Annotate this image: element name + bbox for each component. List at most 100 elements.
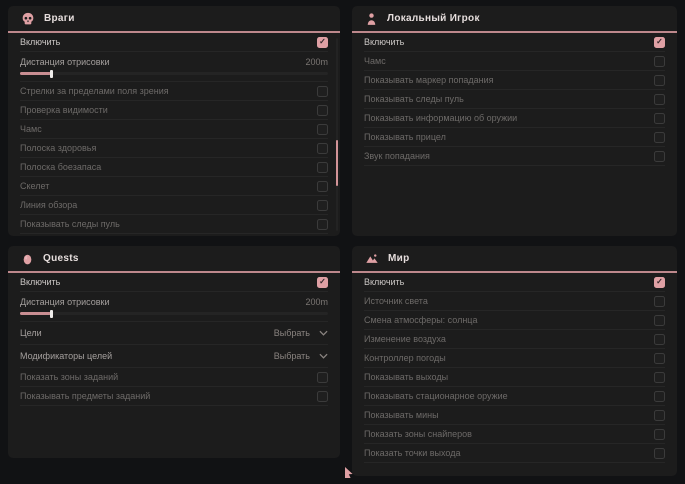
panel-header[interactable]: Враги — [8, 6, 340, 33]
scrollbar-thumb[interactable] — [336, 140, 338, 186]
row-checkbox[interactable]: Изменение воздуха — [364, 330, 665, 349]
row-checkbox[interactable]: Показывать мины — [364, 406, 665, 425]
row-checkbox[interactable]: Показывать следы пуль — [364, 90, 665, 109]
dropdown[interactable]: Выбрать — [274, 328, 328, 338]
slider[interactable] — [20, 312, 328, 315]
checkbox[interactable] — [654, 132, 665, 143]
checkbox[interactable] — [654, 75, 665, 86]
panel-title: Quests — [43, 253, 79, 264]
checkbox[interactable] — [317, 162, 328, 173]
slider-value: 200m — [305, 297, 328, 307]
checkbox[interactable] — [654, 429, 665, 440]
checkbox[interactable] — [654, 391, 665, 402]
checkbox[interactable] — [654, 151, 665, 162]
row-checkbox[interactable]: Источник света — [364, 292, 665, 311]
slider[interactable] — [20, 72, 328, 75]
panel-body: Включить ✓ Дистанция отрисовки200mЦелиВыбр… — [8, 273, 340, 406]
checkbox[interactable] — [654, 56, 665, 67]
row-checkbox[interactable]: Звук попадания — [364, 147, 665, 166]
row-checkbox[interactable]: Показать зоны заданий — [20, 368, 328, 387]
row-label: Чамс — [20, 124, 42, 134]
panel-header[interactable]: Quests — [8, 246, 340, 273]
slider-handle[interactable] — [50, 70, 53, 78]
row-checkbox[interactable]: Скелет — [20, 177, 328, 196]
row-checkbox[interactable]: Показать зоны снайперов — [364, 425, 665, 444]
skull-icon — [21, 12, 35, 26]
row-label: Смена атмосферы: солнца — [364, 315, 477, 325]
row-checkbox[interactable]: Полоска здоровья — [20, 139, 328, 158]
row-checkbox[interactable]: Показывать прицел — [364, 128, 665, 147]
mouse-cursor — [344, 466, 355, 479]
row-slider[interactable]: Дистанция отрисовки200m — [20, 52, 328, 82]
checkbox[interactable] — [317, 124, 328, 135]
row-checkbox[interactable]: Показывать маркер попадания — [364, 71, 665, 90]
checkbox[interactable] — [317, 181, 328, 192]
row-checkbox[interactable]: Полоска боезапаса — [20, 158, 328, 177]
row-checkbox[interactable]: Включить✓ — [364, 33, 665, 52]
row-checkbox[interactable]: Линия обзора — [20, 196, 328, 215]
row-slider[interactable]: Дистанция отрисовки200m — [20, 292, 328, 322]
row-label: Показывать маркер попадания — [364, 75, 494, 85]
checkbox[interactable] — [654, 315, 665, 326]
row-checkbox[interactable]: Показывать информацию об оружии — [364, 109, 665, 128]
slider-handle[interactable] — [50, 310, 53, 318]
row-checkbox[interactable]: Контроллер погоды — [364, 349, 665, 368]
dropdown-value: Выбрать — [274, 328, 310, 338]
row-checkbox[interactable]: Проверка видимости — [20, 101, 328, 120]
row-checkbox[interactable]: Смена атмосферы: солнца — [364, 311, 665, 330]
checkbox[interactable] — [317, 372, 328, 383]
row-checkbox[interactable]: Показать точки выхода — [364, 444, 665, 463]
scrollbar-track[interactable] — [336, 38, 338, 231]
checkbox[interactable] — [654, 372, 665, 383]
checkbox[interactable] — [654, 296, 665, 307]
checkbox[interactable] — [654, 448, 665, 459]
checkbox[interactable] — [317, 86, 328, 97]
panel-quests: Quests Включить ✓ Дистанция отрисовки200mЦ… — [8, 246, 340, 458]
person-icon — [365, 12, 378, 26]
row-checkbox[interactable]: Включить✓ — [364, 273, 665, 292]
row-label: Источник света — [364, 296, 428, 306]
checkbox[interactable] — [654, 113, 665, 124]
row-checkbox[interactable]: Показывать выходы — [364, 368, 665, 387]
egg-icon — [21, 252, 34, 266]
row-checkbox[interactable]: Чамс — [20, 120, 328, 139]
row-label: Полоска здоровья — [20, 143, 96, 153]
row-checkbox[interactable]: Показывать стационарное оружие — [364, 387, 665, 406]
row-dropdown[interactable]: Модификаторы целей Выбрать — [20, 345, 328, 368]
chevron-down-icon — [319, 353, 328, 359]
row-checkbox[interactable]: Чамс — [364, 52, 665, 71]
checkbox[interactable]: ✓ — [317, 277, 328, 288]
row-label: Включить — [20, 277, 60, 287]
dropdown[interactable]: Выбрать — [274, 351, 328, 361]
row-checkbox[interactable]: Включить✓ — [20, 33, 328, 52]
row-checkbox[interactable]: Стрелки за пределами поля зрения — [20, 82, 328, 101]
row-dropdown[interactable]: ЦелиВыбрать — [20, 322, 328, 345]
checkbox[interactable]: ✓ — [317, 37, 328, 48]
row-label: Показывать следы пуль — [20, 219, 120, 229]
row-checkbox[interactable]: Включить ✓ — [20, 273, 328, 292]
dropdown-value: Выбрать — [274, 351, 310, 361]
panel-header[interactable]: Локальный Игрок — [352, 6, 677, 33]
panel-local-player: Локальный Игрок Включить✓ Чамс Показывать … — [352, 6, 677, 236]
checkbox[interactable] — [654, 94, 665, 105]
panel-header[interactable]: Мир — [352, 246, 677, 273]
panel-world: Мир Включить✓ Источник света Смена атмосфе… — [352, 246, 677, 476]
row-label: Показывать предметы заданий — [20, 391, 150, 401]
checkbox[interactable] — [317, 391, 328, 402]
chevron-down-icon — [319, 330, 328, 336]
checkbox[interactable] — [654, 410, 665, 421]
checkbox[interactable]: ✓ — [654, 37, 665, 48]
checkbox[interactable] — [317, 105, 328, 116]
checkbox[interactable] — [317, 200, 328, 211]
row-label: Показывать выходы — [364, 372, 448, 382]
row-checkbox[interactable]: Показывать предметы заданий — [20, 387, 328, 406]
checkbox[interactable]: ✓ — [654, 277, 665, 288]
checkbox[interactable] — [654, 353, 665, 364]
row-label: Модификаторы целей — [20, 351, 112, 361]
checkbox[interactable] — [317, 143, 328, 154]
checkbox[interactable] — [654, 334, 665, 345]
row-label: Проверка видимости — [20, 105, 108, 115]
row-label: Чамс — [364, 56, 386, 66]
checkbox[interactable] — [317, 219, 328, 230]
row-checkbox[interactable]: Показывать следы пуль — [20, 215, 328, 234]
